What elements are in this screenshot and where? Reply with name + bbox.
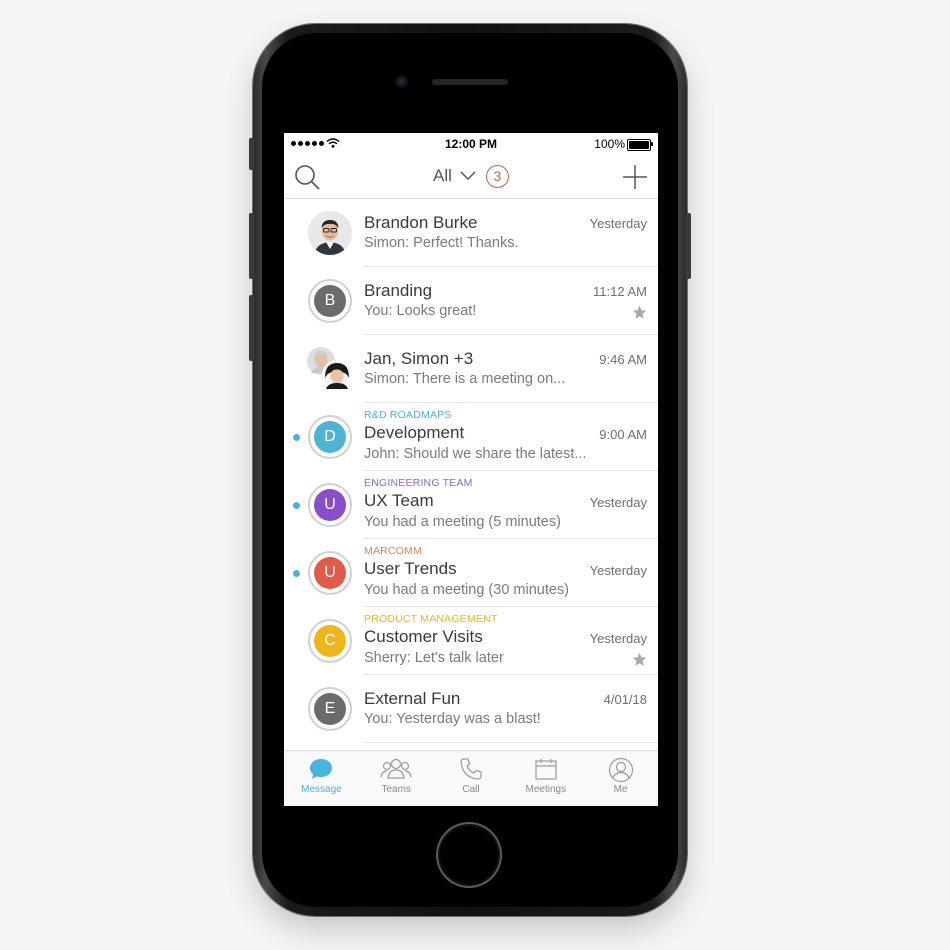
conversation-name: UX Team [364,491,434,510]
app-screen: 12:00 PM 100% All 3 Brandon Burke Simon:… [284,133,658,806]
conversation-date: 9:46 AM [599,352,647,367]
tab-label: Call [462,784,480,795]
conversation-name: Customer Visits [364,627,483,646]
team-label: PRODUCT MANAGEMENT [364,613,498,625]
team-label: R&D ROADMAPS [364,409,452,421]
tab-label: Me [613,784,628,795]
conversation-row[interactable]: Brandon Burke Simon: Perfect! Thanks. Yest… [284,199,658,267]
tab-teams[interactable]: Teams [359,751,434,806]
search-icon[interactable] [293,163,321,191]
tab-bar: Message Teams Call Meetings Me [284,750,658,806]
unread-dot [293,434,300,441]
conversation-row[interactable]: Jan, Simon +3 Simon: There is a meeting o… [284,335,658,403]
conversation-date: 11:12 AM [593,284,647,299]
conversation-row[interactable]: U MARCOMM User Trends You had a meeting (30… [284,539,658,607]
unread-dot [293,502,300,509]
conversation-name: Brandon Burke [364,213,478,232]
avatar-letter: B [314,285,346,317]
team-label: ENGINEERING TEAM [364,477,473,489]
message-preview: You had a meeting (5 minutes) [364,514,561,530]
conversation-row[interactable]: U ENGINEERING TEAM UX Team You had a meetin… [284,471,658,539]
avatar: B [308,279,352,323]
conversation-row[interactable]: D R&D ROADMAPS Development John: Should we … [284,403,658,471]
message-preview: John: Should we share the latest... [364,446,587,462]
plus-icon[interactable] [622,164,648,190]
unread-count-badge: 3 [485,164,509,188]
avatar-letter: E [314,693,346,725]
avatar: E [308,687,352,731]
message-preview: You had a meeting (30 minutes) [364,582,570,598]
conversation-name: User Trends [364,559,457,578]
avatar: D [308,415,352,459]
power-button [686,213,691,279]
avatar [307,347,352,391]
conversation-name: Jan, Simon +3 [364,349,474,368]
conversation-list: Brandon Burke Simon: Perfect! Thanks. Yest… [284,199,658,743]
earpiece-speaker [432,79,508,85]
tab-meetings[interactable]: Meetings [508,751,583,806]
conversation-date: Yesterday [589,631,647,646]
chevron-down-icon [460,171,476,181]
avatar-letter: D [314,421,346,453]
volume-down-button [249,295,254,361]
front-camera [395,75,408,88]
mute-switch [249,138,254,170]
star-icon[interactable] [632,652,647,667]
status-bar: 12:00 PM 100% [284,133,658,155]
battery-percent: 100% [594,137,625,151]
conversation-date: Yesterday [589,495,647,510]
conversation-date: 4/01/18 [603,692,647,707]
tab-message[interactable]: Message [284,751,359,806]
conversation-date: 9:00 AM [599,427,647,442]
avatar: U [308,483,352,527]
tab-label: Meetings [525,784,567,795]
message-preview: Sherry: Let's talk later [364,650,504,666]
conversation-date: Yesterday [589,563,647,578]
home-button[interactable] [436,822,502,888]
star-icon[interactable] [632,305,647,320]
avatar [308,211,352,255]
battery-icon [627,139,653,151]
avatar-letter: U [314,557,346,589]
avatar-letter: C [314,625,346,657]
message-preview: Simon: There is a meeting on... [364,371,566,387]
volume-up-button [249,213,254,279]
app-header: All 3 [284,155,658,199]
tab-call[interactable]: Call [434,751,509,806]
conversation-row[interactable]: B Branding You: Looks great! 11:12 AM [284,267,658,335]
conversation-date: Yesterday [589,216,647,231]
tab-label: Teams [381,784,411,795]
filter-label: All [433,166,452,185]
message-preview: Simon: Perfect! Thanks. [364,235,519,251]
unread-dot [293,570,300,577]
conversation-name: Development [364,423,465,442]
conversation-row[interactable]: E External Fun You: Yesterday was a blast!… [284,675,658,743]
conversation-name: External Fun [364,689,461,708]
tab-label: Message [301,784,342,795]
tab-me[interactable]: Me [583,751,658,806]
message-preview: You: Looks great! [364,303,477,319]
conversation-row[interactable]: C PRODUCT MANAGEMENT Customer Visits Sherry… [284,607,658,675]
filter-dropdown[interactable]: All 3 [433,162,509,190]
team-label: MARCOMM [364,545,422,557]
avatar-letter: U [314,489,346,521]
message-preview: You: Yesterday was a blast! [364,711,541,727]
avatar: C [308,619,352,663]
conversation-name: Branding [364,281,433,300]
avatar: U [308,551,352,595]
